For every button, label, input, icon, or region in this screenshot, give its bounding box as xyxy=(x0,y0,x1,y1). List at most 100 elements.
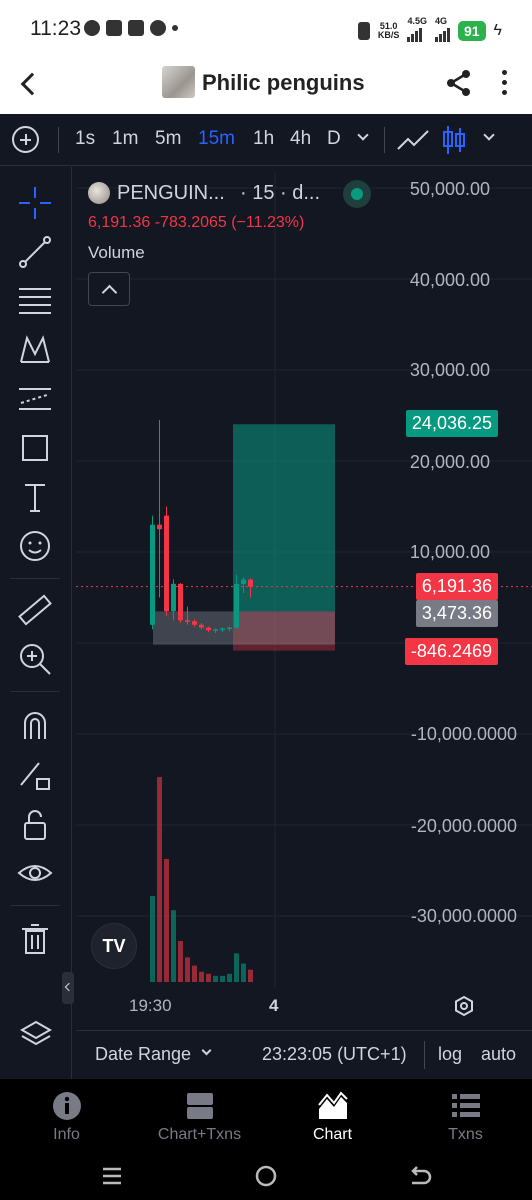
volume-bar xyxy=(178,941,183,982)
symbol-name[interactable]: PENGUIN... xyxy=(117,182,225,205)
volume-bar xyxy=(248,969,253,982)
candle-body xyxy=(227,627,232,630)
volume-bar xyxy=(157,777,162,982)
y-axis-label: -30,000.0000 xyxy=(410,906,517,926)
split-view-icon xyxy=(186,1093,213,1119)
interval-15m[interactable]: 15m xyxy=(198,128,235,150)
log-scale-toggle[interactable]: log xyxy=(438,1044,462,1065)
candle-body xyxy=(178,583,183,621)
candle-body xyxy=(192,621,197,625)
volume-bar xyxy=(185,957,190,982)
sidebar-toggle-button[interactable] xyxy=(62,972,74,1004)
lock-icon[interactable] xyxy=(17,807,53,843)
volume-bar xyxy=(199,971,204,982)
ohlc-readout: 6,191.36 -783.2065 (−11.23%) xyxy=(88,214,305,231)
candle-body xyxy=(164,515,169,612)
x-axis-label: 19:30 xyxy=(129,996,172,1015)
layers-icon[interactable] xyxy=(19,1018,53,1050)
interval-1m[interactable]: 1m xyxy=(112,128,138,150)
chart-type-dropdown-icon[interactable] xyxy=(483,129,495,141)
nav-label: Txns xyxy=(448,1126,483,1143)
app-bar: Philic penguins xyxy=(0,58,532,114)
prediction-icon[interactable] xyxy=(17,381,53,417)
interval-1s[interactable]: 1s xyxy=(75,128,95,150)
interval-5m[interactable]: 5m xyxy=(155,128,181,150)
clock-timezone[interactable]: 23:23:05 (UTC+1) xyxy=(262,1044,407,1065)
symbol-avatar xyxy=(88,182,110,204)
volume-label: Volume xyxy=(88,243,145,262)
tradingview-logo[interactable]: TV xyxy=(91,923,137,969)
volume-bar xyxy=(220,975,225,982)
trendline-icon[interactable] xyxy=(17,234,53,270)
nav-info[interactable]: Info xyxy=(0,1079,133,1153)
entry-price-tag: 3,473.36 xyxy=(415,600,498,627)
nav-chart[interactable]: Chart xyxy=(266,1079,399,1153)
interval-1h[interactable]: 1h xyxy=(253,128,274,150)
gear-icon[interactable] xyxy=(453,995,475,1017)
y-axis-label: 50,000.00 xyxy=(409,179,490,199)
volume-bar xyxy=(171,910,176,982)
interval-4h[interactable]: 4h xyxy=(290,128,311,150)
candle-body xyxy=(213,629,218,631)
collapse-legend-button[interactable] xyxy=(88,272,130,306)
crosshair-icon[interactable] xyxy=(17,185,53,221)
recent-apps-icon[interactable] xyxy=(99,1163,125,1189)
status-time: 11:23 xyxy=(30,17,81,40)
pattern-icon[interactable] xyxy=(17,332,53,368)
lock-pencil-icon[interactable] xyxy=(17,757,53,793)
date-range-button[interactable]: Date Range xyxy=(95,1044,191,1065)
candle-body xyxy=(234,583,239,628)
magnet-icon[interactable] xyxy=(17,707,53,743)
candle-body xyxy=(199,624,204,628)
volume-bar xyxy=(213,975,218,982)
emoji-icon[interactable] xyxy=(17,528,53,564)
net-speed: 51.0 KB/S xyxy=(377,20,400,40)
home-icon[interactable] xyxy=(253,1163,279,1189)
chart-type-line-icon[interactable] xyxy=(396,127,430,153)
nav-label: Chart+Txns xyxy=(157,1126,242,1143)
fib-icon[interactable] xyxy=(17,283,53,319)
candle-body xyxy=(248,579,253,587)
candles-icon[interactable] xyxy=(442,124,466,156)
candle-body xyxy=(206,627,211,631)
person-add-icon xyxy=(106,20,122,36)
nav-chart-txns[interactable]: Chart+Txns xyxy=(133,1079,266,1153)
volume-bar xyxy=(164,859,169,982)
nav-label: Chart xyxy=(312,1126,353,1143)
whatsapp-icon xyxy=(150,20,166,36)
share-icon[interactable] xyxy=(444,68,474,98)
bottom-navigation: Info Chart+Txns Chart Txns xyxy=(0,1079,532,1153)
nav-label: Info xyxy=(53,1126,80,1143)
back-button[interactable] xyxy=(18,68,46,98)
add-indicator-button[interactable] xyxy=(12,126,39,153)
auto-scale-toggle[interactable]: auto xyxy=(481,1044,516,1065)
candle-body xyxy=(171,583,176,612)
nav-txns[interactable]: Txns xyxy=(399,1079,532,1153)
interval-d[interactable]: D xyxy=(327,128,341,150)
candle-body xyxy=(157,524,162,530)
date-range-dropdown-icon[interactable] xyxy=(201,1045,212,1056)
rectangle-icon[interactable] xyxy=(17,430,53,466)
candle-body xyxy=(241,579,246,584)
status-bar: 11:23 51.0 KB/S 4.5G 4G 91 ϟ xyxy=(0,0,532,58)
back-nav-icon[interactable] xyxy=(406,1163,432,1189)
y-axis-label: 20,000.00 xyxy=(409,452,490,472)
y-axis-label: 10,000.00 xyxy=(409,542,490,562)
chart-toolbar: 1s 1m 5m 15m 1h 4h D xyxy=(0,114,532,166)
zoom-icon[interactable] xyxy=(17,641,53,677)
y-axis-label: 30,000.00 xyxy=(409,360,490,380)
candle-body xyxy=(220,628,225,630)
more-icon[interactable] xyxy=(494,70,514,100)
trash-icon[interactable] xyxy=(17,921,53,957)
text-icon[interactable] xyxy=(17,479,53,515)
vibrate-icon xyxy=(357,21,370,40)
drawing-tools-sidebar xyxy=(0,167,72,1079)
y-axis-label: -10,000.0000 xyxy=(410,724,517,744)
back-arrow-icon xyxy=(20,72,44,96)
info-icon xyxy=(52,1092,81,1120)
ruler-icon[interactable] xyxy=(17,592,53,628)
eye-icon[interactable] xyxy=(17,855,53,891)
interval-dropdown-icon[interactable] xyxy=(357,129,369,141)
volume-bar xyxy=(227,973,232,982)
volume-bar xyxy=(234,953,239,982)
